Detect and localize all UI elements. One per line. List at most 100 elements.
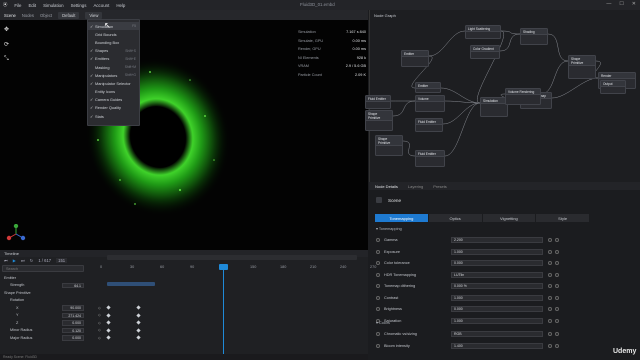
fps-field[interactable]: 151: [56, 258, 68, 263]
tab-node-details[interactable]: Node Details: [375, 184, 398, 189]
graph-node[interactable]: Shape Primitive: [365, 110, 393, 131]
reset-icon[interactable]: [555, 332, 559, 336]
graph-node[interactable]: Volume Rendering: [505, 88, 541, 105]
timeline-track[interactable]: X 90.000 ◇: [0, 304, 115, 312]
link-icon[interactable]: [548, 272, 552, 277]
view-menu-item[interactable]: ✓ Shapes Shift+S: [88, 47, 139, 55]
timeline-track[interactable]: Minor Radius 0.120 ◇: [0, 327, 115, 335]
link-icon[interactable]: [548, 343, 552, 348]
subtab-style[interactable]: Style: [536, 214, 590, 222]
section-tonemapping[interactable]: ▾ Tonemapping: [376, 226, 402, 231]
subtab-tonemapping[interactable]: Tonemapping: [375, 214, 429, 222]
close-icon[interactable]: ✕: [632, 1, 636, 7]
subtab-vignetting[interactable]: Vignetting: [482, 214, 537, 222]
reset-icon[interactable]: [555, 307, 559, 311]
track-value-field[interactable]: 271.424: [62, 312, 84, 318]
link-icon[interactable]: [548, 307, 552, 311]
property-value-field[interactable]: 2.200: [451, 237, 543, 243]
track-value-field[interactable]: 90.000: [62, 305, 84, 311]
reset-icon[interactable]: [555, 238, 559, 242]
graph-node[interactable]: Light Scattering: [465, 25, 501, 39]
axis-gizmo-icon[interactable]: [6, 224, 26, 244]
property-value-field[interactable]: 0.000: [451, 260, 543, 266]
timeline-track[interactable]: Shape Primitive: [0, 289, 115, 297]
link-icon[interactable]: [548, 249, 552, 254]
graph-node[interactable]: Volume: [415, 95, 445, 112]
reset-icon[interactable]: [555, 284, 559, 288]
skip-start-icon[interactable]: ⏮: [4, 258, 8, 263]
tab-layering[interactable]: Layering: [408, 184, 423, 189]
link-icon[interactable]: [548, 284, 552, 288]
link-icon[interactable]: [548, 332, 552, 336]
minimize-icon[interactable]: —: [606, 1, 611, 7]
view-menu-item[interactable]: Entity Icons: [88, 88, 139, 96]
reset-icon[interactable]: [555, 295, 559, 300]
property-value-field[interactable]: RGB: [451, 331, 543, 337]
track-value-field[interactable]: 0.000: [62, 335, 84, 341]
keyframe-toggle-icon[interactable]: ◇: [98, 328, 101, 332]
graph-node[interactable]: Emitter: [401, 50, 429, 67]
track-value-field[interactable]: 0.000: [62, 320, 84, 326]
graph-node[interactable]: Fluid Emitter: [365, 95, 391, 109]
graph-node[interactable]: Shading: [520, 28, 548, 45]
menu-account[interactable]: Account: [93, 3, 109, 8]
keyframe-toggle-icon[interactable]: [376, 272, 380, 277]
keyframe-toggle-icon[interactable]: [376, 295, 380, 300]
keyframe-toggle-icon[interactable]: [376, 284, 380, 288]
keyframe-toggle-icon[interactable]: [376, 332, 380, 336]
keyframe-toggle-icon[interactable]: ◇: [98, 306, 101, 310]
timeline-ruler[interactable]: 0306090120150180210240270: [90, 264, 376, 272]
select-tool-icon[interactable]: ✥: [4, 26, 9, 33]
property-value-field[interactable]: LUTlin: [451, 271, 543, 278]
property-value-field[interactable]: 1.000: [451, 317, 543, 324]
graph-node[interactable]: Emitter: [415, 82, 441, 93]
rotate-tool-icon[interactable]: ⟳: [4, 41, 9, 48]
section-colors[interactable]: ▾ Colors: [376, 320, 390, 325]
graph-node[interactable]: Simulation: [480, 97, 508, 117]
play-icon[interactable]: ▶: [13, 258, 16, 263]
tab-object[interactable]: Object: [40, 13, 52, 18]
maximize-icon[interactable]: ☐: [619, 1, 623, 7]
link-icon[interactable]: [548, 261, 552, 265]
view-menu-item[interactable]: Bounding Box: [88, 38, 139, 46]
preset-dropdown[interactable]: Default: [58, 11, 80, 19]
link-icon[interactable]: [548, 318, 552, 323]
keyframe-toggle-icon[interactable]: ◇: [98, 313, 101, 317]
timeline-track[interactable]: Z 0.000 ◇: [0, 319, 115, 327]
view-menu-button[interactable]: View: [85, 11, 103, 19]
view-menu-item[interactable]: ✓ Simulation F5: [88, 22, 139, 31]
track-value-field[interactable]: 0.120: [62, 327, 84, 333]
tab-scene[interactable]: Scene: [4, 13, 16, 18]
property-value-field[interactable]: 0.000: [451, 306, 543, 312]
graph-node[interactable]: Output: [600, 80, 626, 94]
property-value-field[interactable]: 1.000: [451, 248, 543, 255]
reset-icon[interactable]: [555, 249, 559, 254]
reset-icon[interactable]: [555, 343, 559, 348]
tab-nodes[interactable]: Nodes: [22, 13, 34, 18]
keyframe-toggle-icon[interactable]: [376, 238, 380, 242]
timeline-search-input[interactable]: Search: [2, 265, 84, 272]
view-menu-item[interactable]: Masking Shift+M: [88, 63, 139, 71]
property-value-field[interactable]: 1.400: [451, 342, 543, 349]
tab-presets[interactable]: Presets: [433, 184, 447, 189]
keyframe-toggle-icon[interactable]: [376, 307, 380, 311]
keyframe-toggle-icon[interactable]: [376, 343, 380, 348]
keyframe-toggle-icon[interactable]: [376, 261, 380, 265]
graph-node[interactable]: Color Gradient: [470, 45, 500, 59]
view-menu-item[interactable]: ✓ Camera Guides: [88, 96, 139, 104]
view-menu-item[interactable]: ✓ Manipulators Shift+G: [88, 71, 139, 79]
scale-tool-icon[interactable]: ⤡: [4, 56, 9, 63]
graph-node[interactable]: Fluid Emitter: [415, 118, 443, 132]
property-value-field[interactable]: 0.000 %: [451, 283, 543, 289]
timeline-track[interactable]: Emitter: [0, 274, 115, 282]
graph-node[interactable]: Shape Primitive: [375, 135, 403, 156]
timeline-track[interactable]: Y 271.424 ◇: [0, 312, 115, 320]
menu-settings[interactable]: Settings: [71, 3, 87, 8]
timeline-scrollbar[interactable]: [107, 255, 357, 260]
view-menu-item[interactable]: ✓ Manipulator Selector: [88, 79, 139, 87]
view-menu-item[interactable]: Grid Bounds: [88, 30, 139, 38]
menu-simulation[interactable]: Simulation: [43, 3, 64, 8]
timeline-track[interactable]: Rotation: [0, 297, 115, 305]
menu-file[interactable]: File: [14, 3, 21, 8]
playhead[interactable]: [223, 264, 224, 356]
